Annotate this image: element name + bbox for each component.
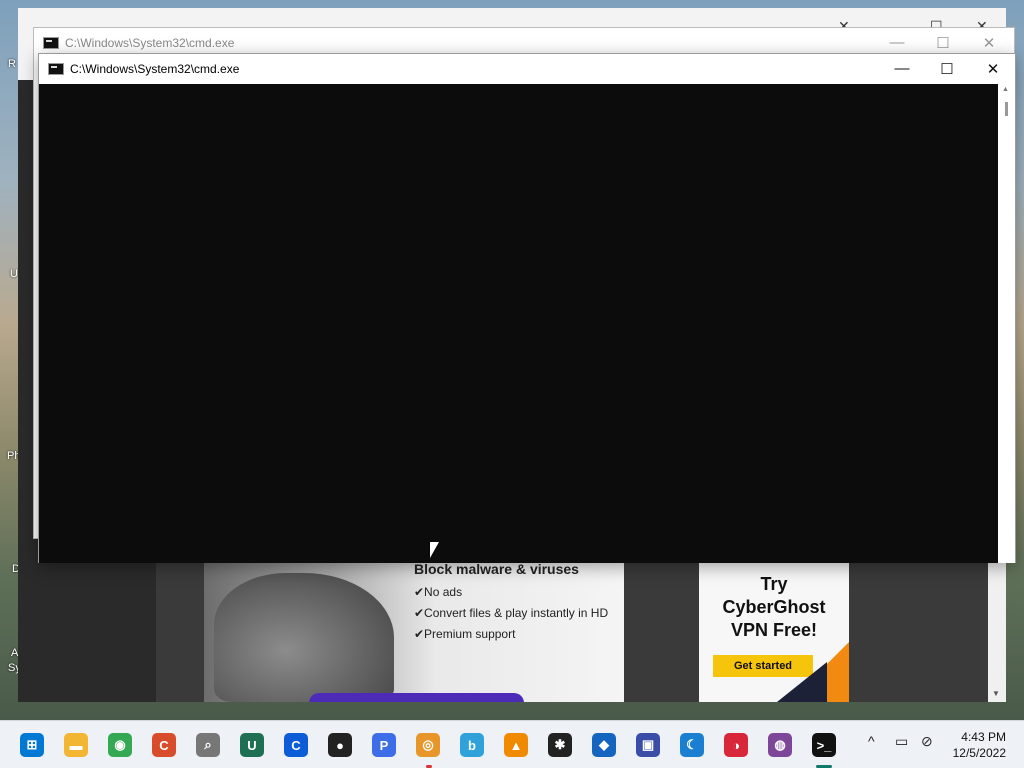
cmd-icon — [48, 62, 64, 75]
ad-headline: Block malware & viruses — [414, 561, 579, 577]
cmd-taskbar-icon[interactable]: >_ — [812, 733, 836, 757]
malware-ad-banner[interactable]: Block malware & viruses ✔No ads ✔Convert… — [204, 553, 624, 702]
scrollbar-thumb[interactable] — [1005, 102, 1008, 116]
window-title: C:\Windows\System32\cmd.exe — [70, 61, 240, 76]
chrome-icon[interactable]: ◉ — [108, 733, 132, 757]
start-icon[interactable]: ⊞ — [20, 733, 44, 757]
vpn-ad-line: Try — [760, 574, 788, 594]
vlc-icon[interactable]: ▲ — [504, 733, 528, 757]
ccleaner-icon[interactable]: C — [152, 733, 176, 757]
volume-muted-icon[interactable]: ⊘ — [921, 733, 933, 750]
minimize-button[interactable]: — — [879, 54, 925, 83]
foreground-cmd-window[interactable]: C:\Windows\System32\cmd.exe — ☐ ✕ ▲ — [38, 53, 1016, 563]
ad-cta-button[interactable] — [309, 693, 524, 702]
cat-photo — [214, 573, 394, 702]
cmd-icon — [43, 36, 59, 49]
vpn-ad-line: CyberGhost — [722, 597, 826, 617]
vpn-ad-banner[interactable]: Try CyberGhost VPN Free! Get started — [699, 563, 849, 702]
control-panel-icon[interactable]: ▣ — [636, 733, 660, 757]
p-app-icon[interactable]: P — [372, 733, 396, 757]
network-icon[interactable]: ▭ — [895, 733, 908, 750]
tray-chevron-icon[interactable]: ^ — [868, 733, 875, 749]
mouse-pointer-icon — [430, 542, 439, 558]
close-button[interactable]: ✕ — [970, 54, 1016, 83]
antivirus-icon[interactable]: ✱ — [548, 733, 572, 757]
search-tool-icon[interactable]: ⌕ — [196, 733, 220, 757]
file-explorer-icon[interactable]: ▬ — [64, 733, 88, 757]
scroll-down-arrow-icon[interactable]: ▼ — [992, 689, 1000, 698]
taskbar: ⊞ ▬ ◉ C ⌕ U C ● P ◎ b ▲ ✱ ◆ ▣ ☾ ◑ ◍ >_ ^ ▭ ⊘ 4:43 PM 12/5/… — [0, 720, 1024, 768]
maximize-button[interactable]: ☐ — [924, 54, 970, 83]
tor-icon[interactable]: ◍ — [768, 733, 792, 757]
ad-feature: ✔No ads — [414, 585, 463, 599]
console-scrollbar[interactable]: ▲ — [998, 84, 1015, 563]
moon-app-icon[interactable]: ☾ — [680, 733, 704, 757]
vpn-ad-line: VPN Free! — [730, 620, 818, 640]
ad-feature: ✔Convert files & play instantly in HD — [414, 606, 609, 620]
clock-time: 4:43 PM — [961, 730, 1006, 744]
red-app-icon[interactable]: ◑ — [724, 733, 748, 757]
desktop-icon-label[interactable]: U — [10, 268, 18, 280]
ad-decoration — [777, 662, 827, 702]
clock-date: 12/5/2022 — [952, 746, 1006, 760]
browser-icon[interactable]: ◎ — [416, 733, 440, 757]
window-title: C:\Windows\System32\cmd.exe — [65, 35, 235, 50]
u-app-icon[interactable]: U — [240, 733, 264, 757]
console-output-area[interactable] — [39, 84, 998, 563]
cube-app-icon[interactable]: ◆ — [592, 733, 616, 757]
bing-icon[interactable]: b — [460, 733, 484, 757]
title-bar[interactable]: C:\Windows\System32\cmd.exe — [39, 54, 1015, 83]
c-app-icon[interactable]: C — [284, 733, 308, 757]
screen-recorder-icon[interactable]: ● — [328, 733, 352, 757]
system-clock[interactable]: 4:43 PM 12/5/2022 — [953, 729, 1006, 761]
scroll-up-arrow-icon[interactable]: ▲ — [1002, 86, 1009, 93]
ad-feature: ✔Premium support — [414, 627, 516, 641]
desktop-icon-label[interactable]: R — [8, 58, 16, 70]
